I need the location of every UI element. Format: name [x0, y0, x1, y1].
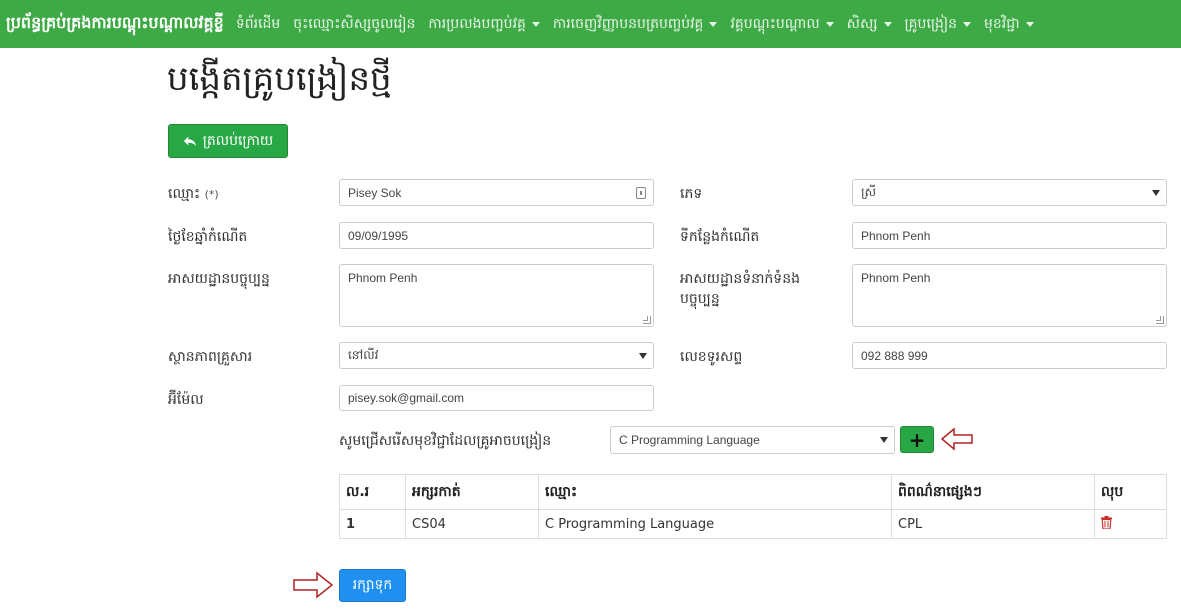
phone-input[interactable]: 092 888 999	[852, 342, 1167, 369]
save-button[interactable]: រក្សាទុក	[339, 569, 406, 602]
name-label: ឈ្មោះ (*)	[168, 184, 219, 205]
annotation-arrow-icon	[293, 571, 333, 599]
gender-select[interactable]: ស្រី	[852, 179, 1167, 206]
dropdown-arrow-icon	[1152, 189, 1160, 196]
column-header: លុប	[1094, 474, 1167, 510]
nav-item-label: ការចេញវិញ្ញាបនបត្របញ្ចប់វគ្គ	[552, 15, 704, 32]
nav-item-label: សិស្ស	[846, 15, 878, 32]
caret-down-icon	[709, 21, 718, 27]
birthplace-label: ទីកន្លែងកំណើត	[680, 229, 760, 245]
dob-input[interactable]: 09/09/1995	[339, 222, 654, 249]
reply-arrow-icon	[183, 136, 196, 147]
dropdown-arrow-icon	[880, 437, 888, 443]
column-header: ល.រ	[339, 474, 406, 510]
caret-down-icon	[963, 21, 971, 27]
marital-select-value: នៅលីវ	[348, 347, 379, 362]
gender-select-value: ស្រី	[861, 184, 876, 199]
email-input[interactable]: pisey.sok@gmail.com	[339, 385, 654, 411]
birthplace-input[interactable]: Phnom Penh	[852, 222, 1167, 249]
caret-down-icon	[531, 21, 540, 27]
nav-item-label: មុខវិជ្ជា	[984, 15, 1020, 32]
subjects-table: ល.រ អក្សរកាត់ ឈ្មោះ ពិពណ៌នាផ្សេងៗ លុប 1 …	[339, 474, 1167, 539]
plus-icon: +	[908, 427, 926, 452]
dropdown-arrow-icon	[639, 352, 647, 359]
phone-input-value: 092 888 999	[861, 348, 928, 363]
email-input-value: pisey.sok@gmail.com	[348, 391, 464, 405]
nav-item-enroll[interactable]: ចុះឈ្មោះសិស្សចូលរៀន	[293, 14, 415, 35]
contact-address-textarea-value: Phnom Penh	[861, 271, 931, 285]
table-row: 1 CS04 C Programming Language CPL	[339, 509, 1167, 539]
email-label: អ៊ីម៉ែល	[168, 392, 204, 408]
nav-item-label: ទំព័រដើម	[235, 15, 281, 32]
caret-down-icon	[1025, 21, 1034, 27]
birthplace-input-value: Phnom Penh	[861, 228, 931, 243]
page-title: បង្កើតគ្រូបង្រៀនថ្មី	[167, 59, 392, 99]
cell-name: C Programming Language	[538, 509, 892, 539]
nav-item-label: វគ្គបណ្តុះបណ្តាល	[730, 15, 820, 32]
contact-address-label: អាសយដ្ឋានទំនាក់ទំនង បច្ចុប្បន្ន	[680, 271, 800, 307]
name-label-text: ឈ្មោះ	[168, 186, 201, 202]
address-textarea-value: Phnom Penh	[348, 271, 418, 285]
name-input-value: Pisey Sok	[348, 185, 402, 200]
address-label: អាសយដ្ឋានបច្ចុប្បន្ន	[168, 271, 270, 287]
phone-label: លេខទូរសព្ទ	[680, 349, 743, 365]
dob-input-value: 09/09/1995	[348, 228, 409, 243]
nav-item-label: ចុះឈ្មោះសិស្សចូលរៀន	[293, 15, 416, 32]
address-textarea[interactable]: Phnom Penh	[339, 264, 654, 327]
nav-item-home[interactable]: ទំព័រដើម	[236, 14, 280, 35]
cell-code: CS04	[405, 509, 539, 539]
resize-handle-icon[interactable]	[1156, 316, 1164, 324]
resize-handle-icon[interactable]	[643, 316, 651, 324]
contact-address-textarea[interactable]: Phnom Penh	[852, 264, 1167, 327]
subject-select-label: សូមជ្រើសរើសមុខវិជ្ជាដែលគ្រូអាចបង្រៀន	[339, 433, 552, 449]
trash-icon[interactable]	[1101, 515, 1112, 530]
annotation-arrow-icon	[941, 427, 973, 451]
column-header: ឈ្មោះ	[538, 474, 892, 510]
save-button-label: រក្សាទុក	[352, 577, 393, 593]
nav-item-label: គ្រូបង្រៀន	[904, 15, 958, 32]
cell-no: 1	[339, 509, 406, 539]
column-header: ពិពណ៌នាផ្សេងៗ	[891, 474, 1095, 510]
column-header: អក្សរកាត់	[405, 474, 539, 510]
marital-select[interactable]: នៅលីវ	[339, 342, 654, 369]
nav-item-students[interactable]: សិស្ស	[847, 14, 892, 35]
nav-item-teachers[interactable]: គ្រូបង្រៀន	[904, 14, 971, 35]
nav-item-label: ការប្រលងបញ្ចប់វគ្គ	[428, 15, 526, 32]
subject-select-value: C Programming Language	[619, 433, 760, 447]
add-subject-button[interactable]: +	[900, 426, 934, 453]
nav-item-certificate[interactable]: ការចេញវិញ្ញាបនបត្របញ្ចប់វគ្គ	[553, 14, 718, 35]
marital-label: ស្ថានភាពគ្រួសារ	[168, 349, 253, 365]
table-header-row: ល.រ អក្សរកាត់ ឈ្មោះ ពិពណ៌នាផ្សេងៗ លុប	[339, 474, 1167, 510]
cell-description: CPL	[891, 509, 1095, 539]
back-button-label: ត្រលប់ក្រោយ	[202, 132, 274, 149]
back-button[interactable]: ត្រលប់ក្រោយ	[168, 124, 288, 158]
caret-down-icon	[825, 21, 834, 27]
nav-item-training[interactable]: វគ្គបណ្តុះបណ្តាល	[730, 14, 834, 35]
nav-item-exam[interactable]: ការប្រលងបញ្ចប់វគ្គ	[428, 14, 540, 35]
gender-label: ភេទ	[680, 186, 703, 202]
cell-delete	[1094, 509, 1167, 539]
dob-label: ថ្ងៃខែឆ្នាំកំណើត	[168, 229, 248, 245]
navbar-brand[interactable]: ប្រព័ន្ធគ្រប់គ្រងការបណ្តុះបណ្តាលវគ្គខ្លី	[6, 12, 224, 36]
name-input[interactable]: Pisey Sok	[339, 179, 654, 206]
subject-select[interactable]: C Programming Language	[610, 426, 895, 454]
top-navbar: ប្រព័ន្ធគ្រប់គ្រងការបណ្តុះបណ្តាលវគ្គខ្លី…	[0, 0, 1181, 48]
required-marker: (*)	[204, 188, 219, 201]
nav-item-subjects[interactable]: មុខវិជ្ជា	[984, 14, 1034, 35]
caret-down-icon	[883, 21, 892, 27]
keyboard-icon	[636, 187, 646, 199]
